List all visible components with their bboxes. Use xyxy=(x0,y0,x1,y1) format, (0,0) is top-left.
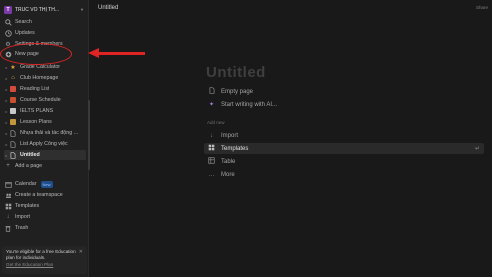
sidebar-page-ielts-plans[interactable]: ▸ IELTS PLANS xyxy=(4,106,86,116)
sidebar: T TRÚC VÕ THỊ TH... ▼ Search Updates ⚙ S… xyxy=(0,0,90,277)
add-new-heading: Add new xyxy=(207,120,225,125)
empty-page-label: Empty page xyxy=(221,88,254,95)
more-icon: … xyxy=(208,171,215,178)
ai-writing-option[interactable]: ✦ Start writing with AI... xyxy=(207,99,277,110)
sidebar-item-import[interactable]: ↓ Import xyxy=(4,212,86,222)
page-icon xyxy=(9,140,17,148)
plus-icon: + xyxy=(6,163,10,169)
home-icon: ⌂ xyxy=(11,75,15,81)
sidebar-item-label: Import xyxy=(15,214,31,220)
templates-icon xyxy=(207,144,216,153)
sidebar-page-lesson-plans[interactable]: ▸ Lesson Plans xyxy=(4,117,86,127)
book-icon xyxy=(9,85,17,93)
clock-icon xyxy=(4,29,12,37)
sidebar-item-label: Templates xyxy=(15,203,40,209)
promo-text: You're eligible for a free Education pla… xyxy=(6,249,76,260)
sidebar-page-untitled[interactable]: ▸ Untitled xyxy=(4,150,86,160)
trash-icon xyxy=(4,224,12,232)
workspace-switcher[interactable]: T TRÚC VÕ THỊ TH... ▼ xyxy=(4,4,84,15)
sidebar-item-label: Trash xyxy=(15,225,29,231)
more-option[interactable]: … More xyxy=(207,169,235,180)
import-icon: ↓ xyxy=(6,214,10,220)
ai-writing-label: Start writing with AI... xyxy=(221,101,278,108)
add-page-button[interactable]: + Add a page xyxy=(4,161,86,171)
page-icon xyxy=(9,151,17,159)
empty-page-option[interactable]: Empty page xyxy=(207,86,253,97)
annotation-arrow-shaft xyxy=(97,52,145,55)
sidebar-page-nhua-thai[interactable]: ▸ Nhựa thải và tác động ... xyxy=(4,128,86,138)
sidebar-item-label: Lesson Plans xyxy=(20,119,52,125)
sidebar-item-label: Untitled xyxy=(20,152,40,158)
sidebar-scrollbar[interactable] xyxy=(88,100,90,170)
more-label: More xyxy=(221,171,235,178)
notebook-icon xyxy=(9,118,17,126)
templates-label: Templates xyxy=(221,145,249,152)
enter-key-icon: ↵ xyxy=(474,146,480,152)
page-icon xyxy=(9,129,17,137)
sidebar-item-label: Course Schedule xyxy=(20,97,61,103)
add-page-label: Add a page xyxy=(15,163,43,169)
highlight-ellipse xyxy=(0,43,72,65)
close-icon[interactable]: ✕ xyxy=(79,249,83,255)
sidebar-item-label: Updates xyxy=(15,30,35,36)
sidebar-item-label: List Apply Công việc xyxy=(20,141,68,147)
education-plan-link[interactable]: Get the Education Plan xyxy=(6,262,83,268)
share-button[interactable]: Share xyxy=(476,5,488,10)
chevron-down-icon: ▼ xyxy=(80,7,84,12)
sidebar-page-course-schedule[interactable]: ▸ Course Schedule xyxy=(4,95,86,105)
page-icon xyxy=(207,87,216,96)
workspace-avatar: T xyxy=(4,5,12,14)
sidebar-item-trash[interactable]: Trash xyxy=(4,223,86,233)
sidebar-item-label: IELTS PLANS xyxy=(20,108,54,114)
sidebar-item-label: Club Homepage xyxy=(20,75,59,81)
top-bar: Untitled Share xyxy=(90,0,492,18)
table-label: Table xyxy=(221,158,236,165)
sidebar-item-updates[interactable]: Updates xyxy=(4,28,86,38)
annotation-arrow-icon xyxy=(88,48,99,58)
sidebar-item-label: Reading List xyxy=(20,86,50,92)
import-option[interactable]: ↓ Import xyxy=(207,130,238,141)
teamspace-icon xyxy=(4,191,12,199)
search-icon xyxy=(4,18,12,26)
import-label: Import xyxy=(221,132,239,139)
sidebar-page-club-homepage[interactable]: ▸ ⌂ Club Homepage xyxy=(4,73,86,83)
templates-icon xyxy=(4,202,12,210)
ai-sparkle-icon: ✦ xyxy=(208,102,215,108)
templates-option[interactable]: Templates ↵ xyxy=(204,143,484,154)
import-icon: ↓ xyxy=(210,132,213,139)
sidebar-item-create-teamspace[interactable]: Create a teamspace xyxy=(4,190,86,200)
sidebar-item-label: Search xyxy=(15,19,32,25)
sidebar-item-label: Nhựa thải và tác động ... xyxy=(20,130,79,136)
sidebar-item-label: Create a teamspace xyxy=(15,192,63,198)
table-icon xyxy=(207,157,216,166)
sidebar-item-label: Calendar xyxy=(15,181,37,187)
sidebar-item-search[interactable]: Search xyxy=(4,17,86,27)
table-option[interactable]: Table xyxy=(207,156,235,167)
workspace-name: TRÚC VÕ THỊ TH... xyxy=(15,6,59,13)
education-plan-promo: You're eligible for a free Education pla… xyxy=(2,246,87,274)
new-badge: New xyxy=(40,180,53,188)
calendar-icon xyxy=(4,180,12,188)
sidebar-page-reading-list[interactable]: ▸ Reading List xyxy=(4,84,86,94)
page-title[interactable]: Untitled xyxy=(98,5,118,11)
sidebar-item-templates[interactable]: Templates xyxy=(4,201,86,211)
calendar-icon xyxy=(9,96,17,104)
sidebar-page-list-apply[interactable]: ▸ List Apply Công việc xyxy=(4,139,86,149)
star-icon: ★ xyxy=(10,64,16,71)
sidebar-item-calendar[interactable]: Calendar New xyxy=(4,179,86,189)
page-icon xyxy=(9,107,17,115)
title-placeholder[interactable]: Untitled xyxy=(206,64,266,81)
